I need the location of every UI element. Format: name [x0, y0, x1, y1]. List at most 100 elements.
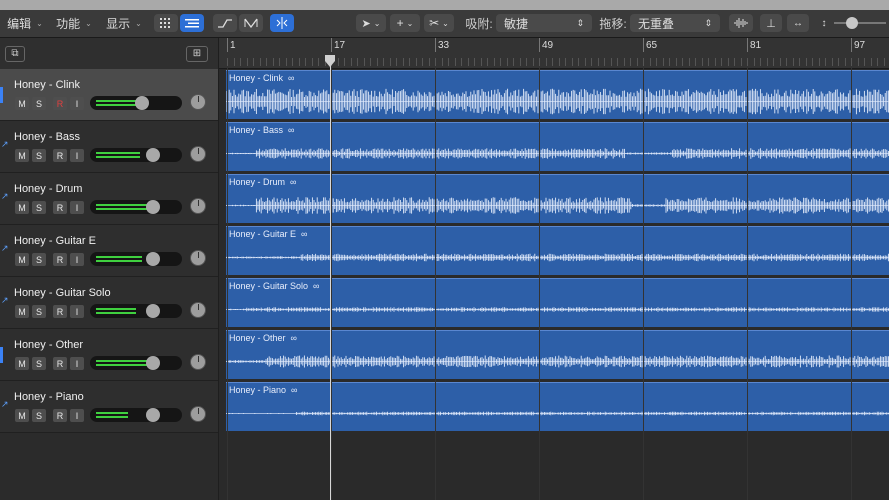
- audio-region[interactable]: Honey - Guitar E ∞: [226, 226, 889, 275]
- drag-select[interactable]: 无重叠 ⇕: [630, 14, 720, 32]
- mute-button[interactable]: M: [15, 97, 29, 110]
- solo-button[interactable]: S: [32, 305, 46, 318]
- track-header[interactable]: Honey - Guitar Solo M S R I ↗: [0, 277, 218, 329]
- vertical-zoom-button[interactable]: ⊥: [760, 14, 782, 32]
- track-name[interactable]: Honey - Clink: [14, 79, 80, 91]
- add-track-icon[interactable]: ⊞: [186, 46, 208, 62]
- solo-button[interactable]: S: [32, 409, 46, 422]
- horizontal-fit-icon: ↔: [793, 17, 803, 29]
- pan-knob[interactable]: [190, 94, 206, 110]
- solo-button[interactable]: S: [32, 357, 46, 370]
- pan-knob[interactable]: [190, 198, 206, 214]
- pan-knob[interactable]: [190, 302, 206, 318]
- bar-ruler[interactable]: 1 17 33 49 65 81 97: [219, 38, 889, 69]
- edit-menu[interactable]: 编辑 ⌄: [3, 14, 47, 32]
- view-menu[interactable]: 显示 ⌄: [102, 14, 146, 32]
- track-header[interactable]: Honey - Clink M S R I: [0, 69, 218, 121]
- volume-fader[interactable]: [90, 96, 182, 110]
- playhead-line[interactable]: [330, 62, 331, 500]
- volume-fader[interactable]: [90, 356, 182, 370]
- audio-region[interactable]: Honey - Bass ∞: [226, 122, 889, 171]
- list-view-button[interactable]: [180, 14, 204, 32]
- horizontal-zoom-button[interactable]: ↔: [787, 14, 809, 32]
- input-monitor-button[interactable]: I: [70, 357, 84, 370]
- input-monitor-button[interactable]: I: [70, 97, 84, 110]
- flex-button[interactable]: [239, 14, 263, 32]
- automation-button[interactable]: [213, 14, 237, 32]
- grid-line: [643, 68, 644, 500]
- track-name[interactable]: Honey - Guitar E: [14, 235, 96, 247]
- ruler-tick: [480, 58, 482, 66]
- audio-region[interactable]: Honey - Guitar Solo ∞: [226, 278, 889, 327]
- snap-select[interactable]: 敏捷 ⇕: [496, 14, 592, 32]
- record-enable-button[interactable]: R: [53, 305, 67, 318]
- volume-fader[interactable]: [90, 252, 182, 266]
- pan-knob[interactable]: [190, 354, 206, 370]
- solo-button[interactable]: S: [32, 201, 46, 214]
- record-enable-button[interactable]: R: [53, 149, 67, 162]
- fader-knob[interactable]: [146, 200, 160, 214]
- waveform-path: [226, 88, 889, 115]
- waveform-zoom-button[interactable]: [729, 14, 753, 32]
- mute-button[interactable]: M: [15, 305, 29, 318]
- mute-button[interactable]: M: [15, 201, 29, 214]
- pan-knob[interactable]: [190, 250, 206, 266]
- track-name[interactable]: Honey - Bass: [14, 131, 80, 143]
- audio-region[interactable]: Honey - Clink ∞: [226, 70, 889, 119]
- fader-knob[interactable]: [146, 356, 160, 370]
- volume-fader[interactable]: [90, 408, 182, 422]
- volume-fader[interactable]: [90, 304, 182, 318]
- input-monitor-button[interactable]: I: [70, 201, 84, 214]
- scissors-tool-button[interactable]: ✂ ⌄: [424, 14, 454, 32]
- functions-menu[interactable]: 功能 ⌄: [52, 14, 96, 32]
- grid-view-button[interactable]: [154, 14, 178, 32]
- track-name[interactable]: Honey - Other: [14, 339, 83, 351]
- record-enable-button[interactable]: R: [53, 409, 67, 422]
- track-header[interactable]: Honey - Bass M S R I ↗: [0, 121, 218, 173]
- record-enable-button[interactable]: R: [53, 201, 67, 214]
- input-monitor-button[interactable]: I: [70, 149, 84, 162]
- track-header[interactable]: Honey - Guitar E M S R I ↗: [0, 225, 218, 277]
- track-header[interactable]: Honey - Other M S R I: [0, 329, 218, 381]
- solo-button[interactable]: S: [32, 149, 46, 162]
- input-monitor-button[interactable]: I: [70, 305, 84, 318]
- ruler-tick: [441, 58, 443, 66]
- audio-region[interactable]: Honey - Drum ∞: [226, 174, 889, 223]
- record-enable-button[interactable]: R: [53, 357, 67, 370]
- volume-fader[interactable]: [90, 200, 182, 214]
- fader-knob[interactable]: [146, 252, 160, 266]
- zoom-slider[interactable]: [834, 14, 886, 32]
- input-monitor-button[interactable]: I: [70, 253, 84, 266]
- audio-region[interactable]: Honey - Other ∞: [226, 330, 889, 379]
- pencil-tool-button[interactable]: + ⌄: [390, 14, 420, 32]
- playhead-marker-icon[interactable]: [324, 55, 336, 67]
- duplicate-track-icon[interactable]: ⧉: [5, 46, 25, 62]
- track-name[interactable]: Honey - Piano: [14, 391, 84, 403]
- solo-button[interactable]: S: [32, 97, 46, 110]
- mute-button[interactable]: M: [15, 409, 29, 422]
- ruler-bar-number: 33: [438, 40, 450, 51]
- input-monitor-button[interactable]: I: [70, 409, 84, 422]
- record-enable-button[interactable]: R: [53, 97, 67, 110]
- mute-button[interactable]: M: [15, 253, 29, 266]
- pan-knob[interactable]: [190, 406, 206, 422]
- flex-icon: [244, 18, 258, 28]
- track-name[interactable]: Honey - Drum: [14, 183, 82, 195]
- solo-button[interactable]: S: [32, 253, 46, 266]
- fader-knob[interactable]: [135, 96, 149, 110]
- record-enable-button[interactable]: R: [53, 253, 67, 266]
- track-header[interactable]: Honey - Piano M S R I ↗: [0, 381, 218, 433]
- track-header[interactable]: Honey - Drum M S R I ↗: [0, 173, 218, 225]
- fader-knob[interactable]: [146, 148, 160, 162]
- pan-knob[interactable]: [190, 146, 206, 162]
- catch-playhead-button[interactable]: [270, 14, 294, 32]
- audio-region[interactable]: Honey - Piano ∞: [226, 382, 889, 431]
- volume-fader[interactable]: [90, 148, 182, 162]
- pointer-tool-button[interactable]: ➤ ⌄: [356, 14, 386, 32]
- track-name[interactable]: Honey - Guitar Solo: [14, 287, 111, 299]
- mute-button[interactable]: M: [15, 149, 29, 162]
- fader-knob[interactable]: [146, 408, 160, 422]
- mute-button[interactable]: M: [15, 357, 29, 370]
- zoom-slider-handle[interactable]: [846, 17, 858, 29]
- fader-knob[interactable]: [146, 304, 160, 318]
